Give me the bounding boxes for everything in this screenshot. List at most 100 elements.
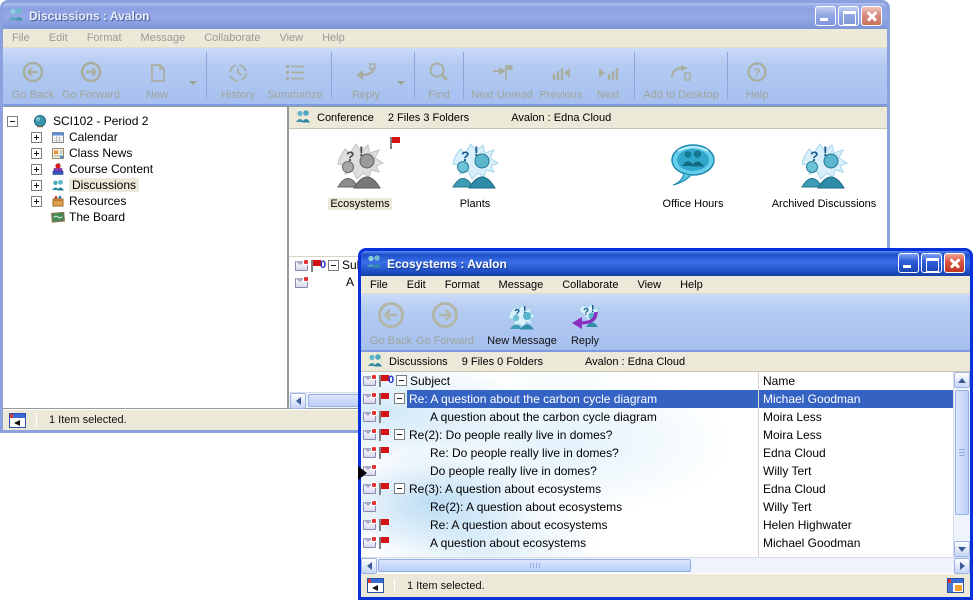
toolbar-history[interactable]: History bbox=[212, 51, 264, 101]
message-author: Moira Less bbox=[763, 410, 822, 424]
column-divider[interactable] bbox=[758, 372, 759, 557]
scrollbar-thumb[interactable] bbox=[955, 390, 969, 515]
attachment-column-icon[interactable]: 0 bbox=[388, 375, 394, 386]
message-row[interactable]: Re(2): Do people really live in domes? M… bbox=[361, 426, 953, 444]
toggle-panel-icon[interactable] bbox=[9, 413, 26, 428]
menu-file[interactable]: File bbox=[12, 32, 30, 44]
menu-collaborate[interactable]: Collaborate bbox=[562, 279, 618, 291]
scroll-left-button[interactable] bbox=[361, 558, 377, 574]
toolbar-next-unread[interactable]: Next Unread bbox=[469, 51, 535, 101]
menu-view[interactable]: View bbox=[637, 279, 661, 291]
toolbar-summarize[interactable]: Summarize bbox=[264, 51, 326, 101]
tree-item-discussions[interactable]: Discussions bbox=[3, 177, 287, 193]
conference-office-hours[interactable]: Office Hours bbox=[634, 141, 752, 210]
collapse-thread-icon[interactable] bbox=[394, 393, 405, 404]
toolbar-new[interactable]: New bbox=[127, 51, 187, 101]
titlebar-discussions[interactable]: Discussions : Avalon bbox=[3, 3, 887, 29]
tree-item-the-board[interactable]: The Board bbox=[3, 209, 287, 225]
toolbar-go-back[interactable]: Go Back bbox=[5, 51, 61, 101]
maximize-button[interactable] bbox=[838, 6, 859, 26]
vertical-scrollbar[interactable] bbox=[953, 372, 970, 557]
tree-item-calendar[interactable]: Calendar bbox=[3, 129, 287, 145]
collapse-thread-icon[interactable] bbox=[394, 429, 405, 440]
toolbar-previous[interactable]: Previous bbox=[535, 51, 587, 101]
toggle-panel-icon[interactable] bbox=[367, 578, 384, 593]
tree-item-class-news[interactable]: Class News bbox=[3, 145, 287, 161]
message-row[interactable]: Re(2): A question about ecosystems Willy… bbox=[361, 498, 953, 516]
menu-collaborate[interactable]: Collaborate bbox=[204, 32, 260, 44]
maximize-button[interactable] bbox=[921, 253, 942, 273]
menu-file[interactable]: File bbox=[370, 279, 388, 291]
scrollbar-thumb[interactable] bbox=[378, 559, 691, 572]
new-dropdown-arrow[interactable] bbox=[189, 81, 197, 85]
attachment-column-icon[interactable]: 0 bbox=[320, 260, 326, 271]
expand-icon[interactable] bbox=[31, 164, 42, 175]
minimize-button[interactable] bbox=[898, 253, 919, 273]
expand-icon[interactable] bbox=[31, 196, 42, 207]
envelope-column-icon[interactable] bbox=[363, 376, 376, 386]
toolbar-label: Next bbox=[597, 89, 620, 101]
menu-view[interactable]: View bbox=[279, 32, 303, 44]
message-row[interactable]: Do people really live in domes? Willy Te… bbox=[361, 462, 953, 480]
scroll-right-button[interactable] bbox=[954, 558, 970, 574]
message-row[interactable]: Re: A question about ecosystems Helen Hi… bbox=[361, 516, 953, 534]
subject-column-header[interactable]: Subject bbox=[410, 374, 450, 388]
menu-message[interactable]: Message bbox=[141, 32, 186, 44]
next-unread-icon bbox=[489, 61, 515, 88]
expand-icon[interactable] bbox=[31, 132, 42, 143]
view-grid-icon[interactable] bbox=[947, 578, 964, 593]
message-row[interactable]: Re: A question about the carbon cycle di… bbox=[361, 390, 953, 408]
message-row[interactable]: Re(3): A question about ecosystems Edna … bbox=[361, 480, 953, 498]
message-row[interactable]: A question about the carbon cycle diagra… bbox=[361, 408, 953, 426]
message-row[interactable]: A question about ecosystems Michael Good… bbox=[361, 534, 953, 552]
expand-icon[interactable] bbox=[31, 148, 42, 159]
menu-format[interactable]: Format bbox=[87, 32, 122, 44]
menu-edit[interactable]: Edit bbox=[49, 32, 68, 44]
collapse-expander-icon[interactable] bbox=[7, 116, 18, 127]
expand-icon[interactable] bbox=[31, 180, 42, 191]
titlebar-ecosystems[interactable]: Ecosystems : Avalon bbox=[361, 251, 970, 276]
scroll-down-button[interactable] bbox=[954, 541, 970, 557]
toolbar-reply[interactable]: ?! Reply bbox=[561, 297, 609, 347]
tree-root-course[interactable]: SCI102 - Period 2 bbox=[3, 113, 287, 129]
tree-item-course-content[interactable]: Course Content bbox=[3, 161, 287, 177]
toolbar-help[interactable]: ? Help bbox=[733, 51, 781, 101]
menu-edit[interactable]: Edit bbox=[407, 279, 426, 291]
scroll-left-button[interactable] bbox=[290, 393, 306, 409]
envelope-column-icon[interactable] bbox=[295, 261, 308, 271]
toolbar-add-to-desktop[interactable]: Add to Desktop bbox=[640, 51, 722, 101]
scroll-up-button[interactable] bbox=[954, 372, 970, 388]
menu-help[interactable]: Help bbox=[680, 279, 703, 291]
menu-message[interactable]: Message bbox=[499, 279, 544, 291]
summarize-icon bbox=[282, 61, 308, 88]
toolbar-go-forward[interactable]: Go Forward bbox=[415, 297, 475, 347]
minimize-button[interactable] bbox=[815, 6, 836, 26]
collapse-thread-icon[interactable] bbox=[394, 483, 405, 494]
conference-archived-discussions[interactable]: ?! Archived Discussions bbox=[761, 141, 887, 210]
toolbar-find[interactable]: Find bbox=[420, 51, 458, 101]
conference-plants[interactable]: ?! Plants bbox=[416, 141, 534, 210]
toolbar-next[interactable]: Next bbox=[587, 51, 629, 101]
close-button[interactable] bbox=[861, 6, 882, 26]
tree-item-resources[interactable]: Resources bbox=[3, 193, 287, 209]
help-icon: ? bbox=[744, 61, 770, 88]
tree-root-label: SCI102 - Period 2 bbox=[53, 114, 148, 128]
menu-help[interactable]: Help bbox=[322, 32, 345, 44]
flag-icon bbox=[378, 411, 389, 423]
toolbar-go-forward[interactable]: Go Forward bbox=[61, 51, 121, 101]
reply-dropdown-arrow[interactable] bbox=[397, 81, 405, 85]
flag-icon bbox=[378, 429, 389, 441]
message-row[interactable]: Re: Do people really live in domes? Edna… bbox=[361, 444, 953, 462]
horizontal-scrollbar[interactable] bbox=[361, 557, 970, 573]
close-button[interactable] bbox=[944, 253, 965, 273]
toolbar-label: Go Back bbox=[370, 335, 412, 347]
toolbar-reply[interactable]: Reply bbox=[337, 51, 395, 101]
collapse-all-icon[interactable] bbox=[396, 375, 407, 386]
toolbar-new-message[interactable]: ?! New Message bbox=[483, 297, 561, 347]
collapse-all-icon[interactable] bbox=[328, 260, 339, 271]
name-column-header[interactable]: Name bbox=[763, 374, 795, 388]
selected-row-highlight: Re: A question about the carbon cycle di… bbox=[407, 390, 953, 408]
toolbar-go-back[interactable]: Go Back bbox=[367, 297, 415, 347]
menu-format[interactable]: Format bbox=[445, 279, 480, 291]
conference-ecosystems[interactable]: ?! Ecosystems bbox=[301, 141, 419, 210]
